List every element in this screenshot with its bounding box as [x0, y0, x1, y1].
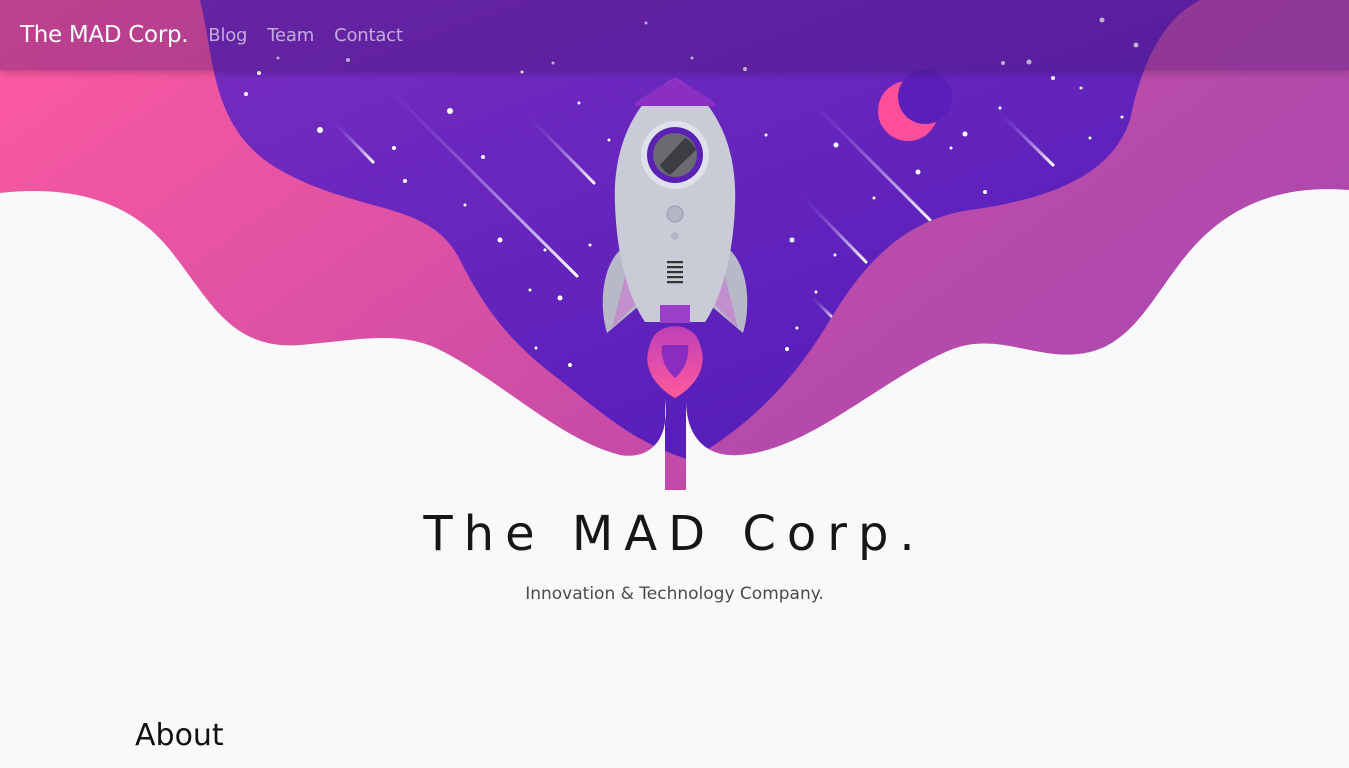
- nav-link-blog[interactable]: Blog: [206, 25, 247, 46]
- hero-title: The MAD Corp.: [423, 506, 926, 562]
- nav-link-team[interactable]: Team: [265, 25, 314, 46]
- brand-link[interactable]: The MAD Corp.: [20, 22, 189, 48]
- nav-link-contact[interactable]: Contact: [332, 25, 403, 46]
- hero-subtitle: Innovation & Technology Company.: [525, 584, 824, 604]
- hero-banner: [0, 0, 1349, 490]
- hero-illustration: [0, 0, 1349, 490]
- about-heading: About: [135, 718, 224, 753]
- top-navbar: The MAD Corp. Blog Team Contact: [0, 0, 1349, 70]
